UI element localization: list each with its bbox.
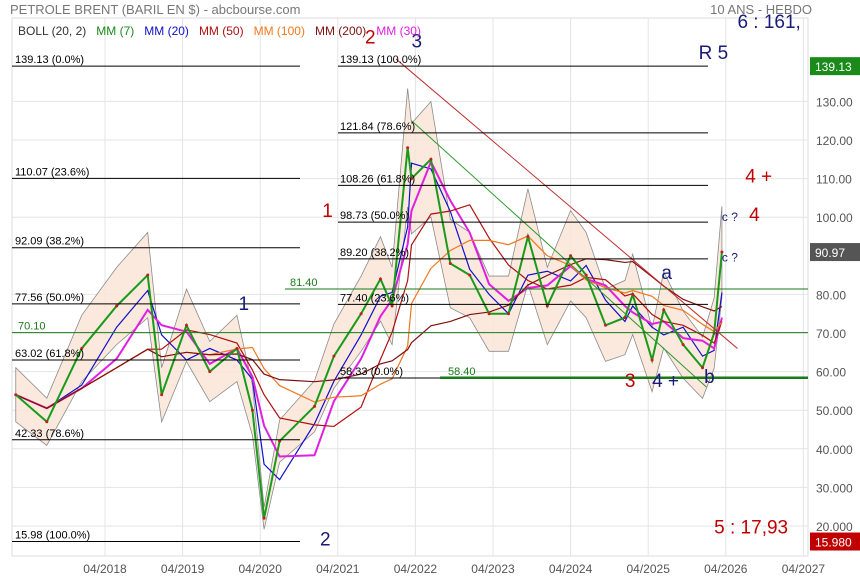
legend-mm50: MM (50) bbox=[198, 24, 244, 38]
support-label: 70.10 bbox=[18, 321, 46, 333]
y-tick-label: 40.000 bbox=[816, 443, 853, 457]
y-tick-label: 20.000 bbox=[816, 520, 853, 534]
wave-annotation: 4 + bbox=[652, 371, 679, 392]
price-point bbox=[184, 323, 188, 327]
price-point bbox=[160, 393, 164, 397]
y-tick-label: 110.00 bbox=[816, 173, 852, 187]
current-price-badge-text: 90.97 bbox=[815, 246, 845, 260]
wave-annotation: 2 bbox=[320, 529, 331, 550]
price-point bbox=[526, 235, 530, 238]
x-tick-label: 04/2019 bbox=[161, 562, 205, 576]
x-tick-label: 04/2026 bbox=[704, 562, 748, 576]
fib-left-label: 15.98 (100.0%) bbox=[15, 530, 90, 542]
x-tick-label: 04/2022 bbox=[394, 562, 438, 576]
wave-annotation: R 5 bbox=[699, 43, 729, 64]
legend-mm30: MM (30) bbox=[376, 24, 421, 38]
price-point bbox=[313, 404, 317, 408]
fib-left-label: 42.33 (78.6%) bbox=[15, 428, 84, 440]
wave-annotation: 1 bbox=[238, 294, 249, 315]
price-point bbox=[507, 312, 511, 316]
x-tick-label: 04/2020 bbox=[239, 562, 283, 576]
fib-left-label: 139.13 (0.0%) bbox=[15, 54, 84, 66]
y-tick-label: 120.00 bbox=[816, 134, 853, 148]
price-point bbox=[115, 304, 119, 308]
wave-annotation: 5 : 17,93 bbox=[714, 518, 788, 539]
y-tick-label: 30.000 bbox=[816, 481, 853, 495]
price-point bbox=[468, 273, 472, 277]
fib-left-label: 110.07 (23.6%) bbox=[15, 166, 89, 178]
wave-annotation: c ? bbox=[722, 251, 738, 265]
fib-right-label: 77.40 (23.6%) bbox=[340, 292, 409, 304]
support-label: 81.40 bbox=[290, 277, 318, 289]
price-point bbox=[623, 316, 627, 320]
wave-annotation: 3 bbox=[625, 371, 636, 392]
y-tick-label: 100.00 bbox=[816, 211, 853, 225]
price-point bbox=[14, 393, 18, 397]
wave-annotation: 1 bbox=[322, 201, 333, 222]
bollinger-band bbox=[15, 88, 723, 530]
price-point bbox=[631, 292, 635, 296]
price-point bbox=[262, 516, 266, 520]
price-point bbox=[604, 323, 608, 327]
fib-right-label: 98.73 (50.0%) bbox=[340, 210, 409, 222]
fib-left-label: 77.56 (50.0%) bbox=[15, 292, 84, 304]
high-price-badge-text: 139.13 bbox=[815, 60, 852, 74]
fib-right-label: 121.84 (78.6%) bbox=[340, 121, 415, 133]
price-point bbox=[250, 408, 254, 412]
price-point bbox=[208, 370, 212, 374]
x-tick-label: 04/2018 bbox=[83, 562, 127, 576]
y-tick-label: 60.00 bbox=[816, 366, 846, 380]
wave-annotation: c ? bbox=[722, 210, 738, 224]
price-point bbox=[662, 308, 666, 312]
price-point bbox=[584, 273, 588, 277]
fib-left-label: 92.09 (38.2%) bbox=[15, 236, 84, 248]
wave-annotation: 4 bbox=[749, 205, 760, 226]
x-tick-label: 04/2025 bbox=[627, 562, 671, 576]
price-point bbox=[332, 354, 336, 358]
price-point bbox=[378, 277, 382, 281]
fib-right-label: 108.26 (61.8%) bbox=[340, 173, 415, 185]
y-tick-label: 130.00 bbox=[816, 95, 853, 109]
y-tick-label: 80.00 bbox=[816, 288, 846, 302]
fib-right-label: 139.13 (100.0%) bbox=[340, 54, 421, 66]
x-tick-label: 04/2023 bbox=[471, 562, 515, 576]
legend-mm7: MM (7) bbox=[96, 24, 135, 38]
support-label: 58.40 bbox=[448, 366, 476, 378]
x-tick-label: 04/2021 bbox=[316, 562, 360, 576]
fib-right-label: 89.20 (38.2%) bbox=[340, 247, 409, 259]
price-point bbox=[569, 254, 573, 258]
fib-left-label: 63.02 (61.8%) bbox=[15, 348, 84, 360]
chart-legend: BOLL (20, 2) MM (7) MM (20) MM (50) MM (… bbox=[18, 24, 421, 38]
price-point bbox=[650, 358, 654, 362]
price-point bbox=[429, 157, 433, 161]
price-point bbox=[146, 273, 150, 277]
price-point bbox=[406, 146, 410, 150]
x-tick-label: 04/2024 bbox=[549, 562, 593, 576]
legend-mm20: MM (20) bbox=[144, 24, 189, 38]
price-point bbox=[487, 312, 491, 316]
wave-annotation: a bbox=[661, 263, 672, 284]
price-chart: 130.00 120.00 110.00 100.00 80.00 70.00 60.00 5… bbox=[11, 12, 860, 576]
wave-annotation: 4 + bbox=[745, 166, 772, 187]
legend-boll: BOLL (20, 2) bbox=[18, 24, 87, 38]
y-tick-label: 50.000 bbox=[816, 404, 853, 418]
wave-annotation: 6 : 161, bbox=[737, 12, 800, 33]
wave-annotation: b bbox=[704, 367, 715, 388]
price-point bbox=[359, 312, 363, 316]
price-point bbox=[681, 343, 685, 347]
fib-right-label: 58.33 (0.0%) bbox=[340, 366, 403, 378]
legend-mm100: MM (100) bbox=[253, 24, 305, 38]
low-price-badge-text: 15.980 bbox=[815, 536, 852, 550]
x-tick-label: 04/2027 bbox=[782, 562, 826, 576]
legend-mm200: MM (200) bbox=[314, 24, 367, 38]
y-tick-label: 70.00 bbox=[816, 327, 846, 341]
price-point bbox=[235, 346, 239, 350]
price-point bbox=[448, 262, 452, 266]
price-point bbox=[45, 420, 49, 424]
